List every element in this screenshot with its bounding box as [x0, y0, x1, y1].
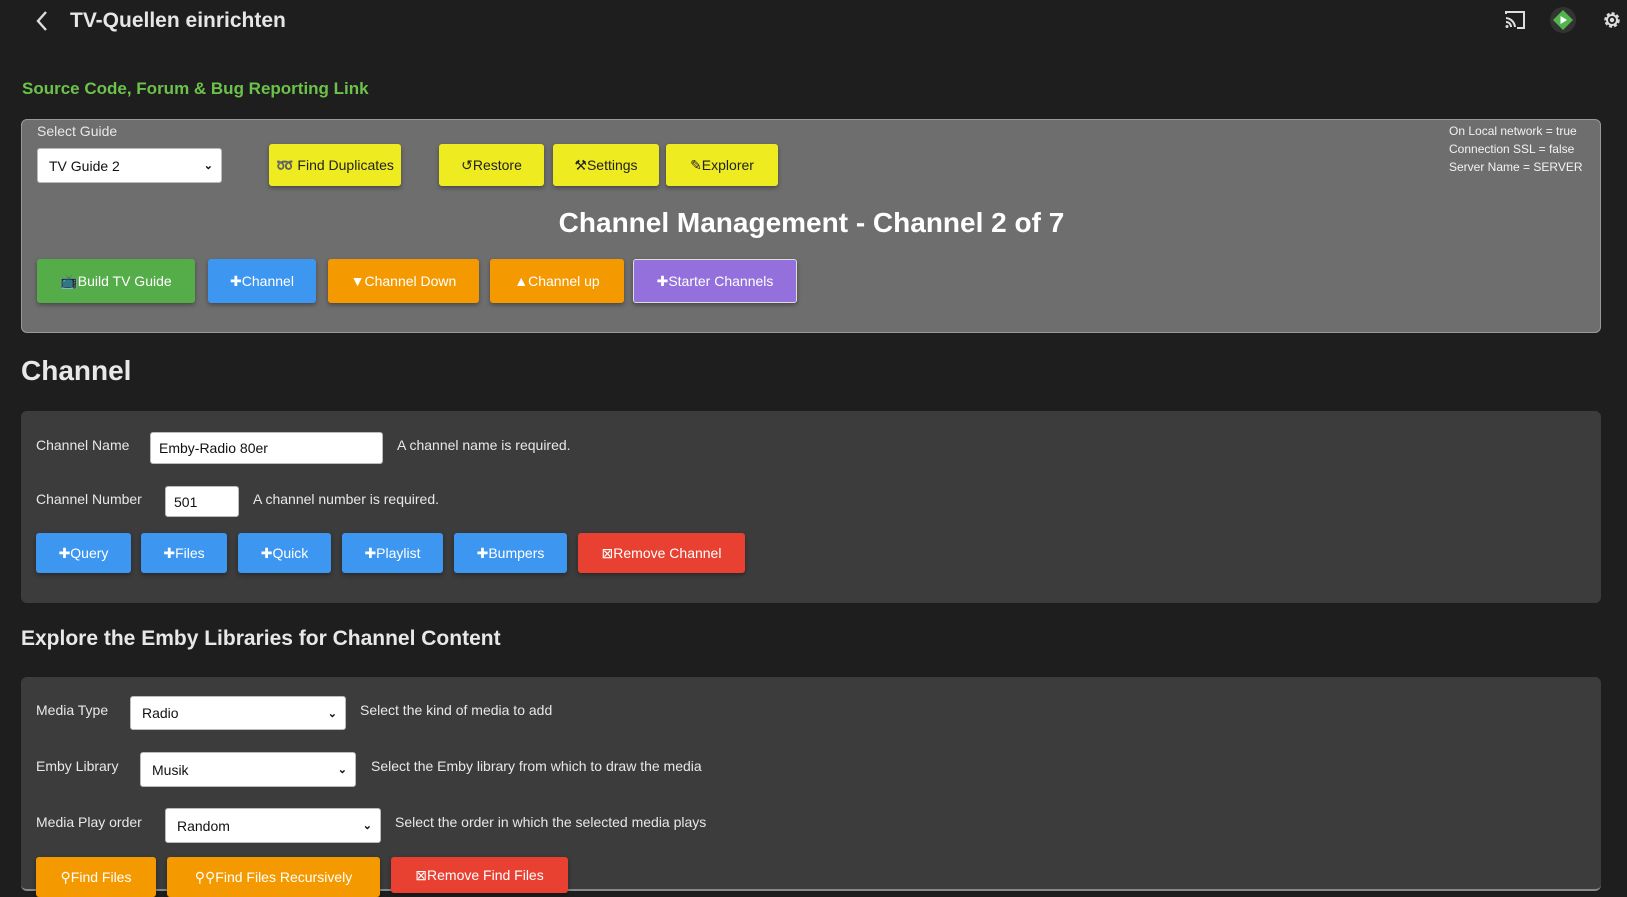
play-order-select[interactable]: Random ⌄	[165, 808, 381, 843]
status-local-network: On Local network = true	[1449, 124, 1577, 138]
explore-heading: Explore the Emby Libraries for Channel C…	[21, 627, 501, 650]
status-server-name: Server Name = SERVER	[1449, 160, 1583, 174]
media-type-hint: Select the kind of media to add	[360, 702, 553, 718]
channel-number-label: Channel Number	[36, 491, 142, 507]
chevron-left-icon	[36, 11, 47, 31]
cast-icon	[1505, 11, 1525, 29]
channel-management-heading: Channel Management - Channel 2 of 7	[558, 207, 1065, 238]
guide-select[interactable]: TV Guide 2 ⌄	[37, 148, 222, 183]
channel-up-button[interactable]: ▲Channel up	[490, 259, 624, 303]
settings-button[interactable]	[1601, 9, 1623, 36]
build-tv-guide-button[interactable]: 📺Build TV Guide	[37, 259, 195, 303]
emby-play-icon	[1553, 10, 1573, 30]
guide-select-value: TV Guide 2	[49, 157, 120, 174]
add-playlist-button[interactable]: ✚Playlist	[342, 533, 443, 573]
explorer-button[interactable]: ✎Explorer	[666, 144, 778, 186]
emby-library-select[interactable]: Musik ⌄	[140, 752, 356, 787]
find-duplicates-button[interactable]: ➿ Find Duplicates	[269, 144, 401, 186]
status-ssl: Connection SSL = false	[1449, 142, 1575, 156]
play-order-label: Media Play order	[36, 814, 142, 830]
starter-channels-button[interactable]: ✚Starter Channels	[633, 259, 797, 303]
media-type-label: Media Type	[36, 702, 109, 718]
back-button[interactable]	[33, 8, 53, 34]
restore-button[interactable]: ↺Restore	[439, 144, 544, 186]
remove-channel-button[interactable]: ⊠Remove Channel	[578, 533, 745, 573]
settings-tool-button[interactable]: ⚒Settings	[553, 144, 659, 186]
emby-library-value: Musik	[152, 761, 189, 778]
add-bumpers-button[interactable]: ✚Bumpers	[454, 533, 567, 573]
channel-number-input[interactable]: 501	[165, 486, 239, 517]
play-order-value: Random	[177, 817, 230, 834]
find-files-recursively-button[interactable]: ⚲⚲Find Files Recursively	[167, 857, 380, 897]
chevron-down-icon: ⌄	[362, 820, 372, 832]
cast-button[interactable]	[1504, 11, 1526, 34]
add-query-button[interactable]: ✚Query	[36, 533, 131, 573]
find-files-button[interactable]: ⚲Find Files	[36, 857, 156, 897]
connection-status: On Local network = true Connection SSL =…	[1449, 122, 1583, 176]
channel-heading: Channel	[21, 355, 132, 386]
add-quick-button[interactable]: ✚Quick	[238, 533, 331, 573]
remove-find-files-button[interactable]: ⊠Remove Find Files	[391, 857, 568, 893]
emby-library-label: Emby Library	[36, 758, 119, 774]
gear-icon	[1604, 12, 1620, 28]
page-title: TV-Quellen einrichten	[70, 9, 286, 32]
media-type-value: Radio	[142, 705, 179, 721]
channel-number-hint: A channel number is required.	[253, 491, 439, 507]
chevron-down-icon: ⌄	[203, 160, 213, 172]
select-guide-label: Select Guide	[37, 123, 118, 139]
chevron-down-icon: ⌄	[327, 707, 337, 720]
source-code-link[interactable]: Source Code, Forum & Bug Reporting Link	[22, 79, 369, 99]
channel-name-hint: A channel name is required.	[397, 437, 571, 453]
emby-library-hint: Select the Emby library from which to dr…	[371, 758, 702, 774]
channel-name-input[interactable]: Emby-Radio 80er	[150, 432, 383, 464]
add-channel-button[interactable]: ✚Channel	[208, 259, 316, 303]
channel-name-label: Channel Name	[36, 437, 130, 453]
channel-down-button[interactable]: ▼Channel Down	[328, 259, 479, 303]
media-type-select[interactable]: Radio ⌄	[130, 696, 346, 730]
add-files-button[interactable]: ✚Files	[141, 533, 227, 573]
emby-play-button[interactable]	[1550, 7, 1576, 33]
play-order-hint: Select the order in which the selected m…	[395, 814, 707, 830]
chevron-down-icon: ⌄	[337, 764, 347, 776]
